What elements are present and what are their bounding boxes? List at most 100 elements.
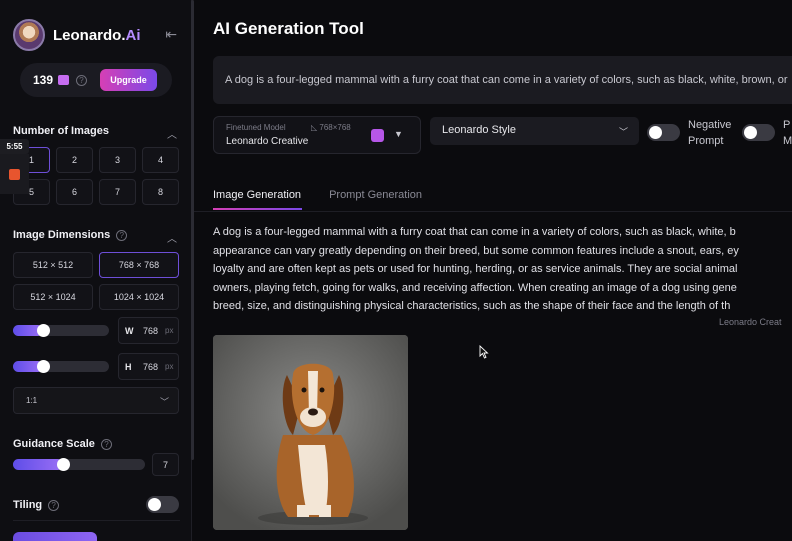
mouse-cursor-icon bbox=[479, 345, 489, 359]
number-of-images-title: Number of Images bbox=[13, 125, 109, 137]
section-label: Image Dimensions bbox=[13, 229, 111, 241]
slider-fill bbox=[13, 459, 63, 470]
image-dimensions-title: Image Dimensions? bbox=[13, 229, 128, 241]
recording-widget bbox=[0, 154, 29, 194]
height-value: 768 bbox=[143, 361, 159, 372]
description-line: owners, playing fetch, going for walks, … bbox=[213, 281, 737, 294]
model-dims-value: 768×768 bbox=[319, 123, 351, 132]
guidance-value-field[interactable]: 7 bbox=[152, 453, 179, 476]
model-caption: Finetuned Model bbox=[226, 123, 286, 132]
aspect-ratio-select[interactable]: 1:1 ﹀ bbox=[13, 387, 179, 414]
help-circle-icon[interactable]: ? bbox=[76, 74, 88, 86]
slider-handle[interactable] bbox=[37, 324, 50, 337]
help-circle-icon[interactable]: ? bbox=[48, 499, 60, 511]
tiling-title: Tiling? bbox=[13, 499, 60, 511]
num-images-option[interactable]: 4 bbox=[142, 147, 179, 173]
divider bbox=[13, 520, 180, 521]
tab-image-generation[interactable]: Image Generation bbox=[213, 189, 301, 201]
user-avatar[interactable] bbox=[13, 19, 45, 51]
height-field[interactable]: H 768 px bbox=[118, 353, 179, 380]
label-line: Prompt bbox=[688, 135, 724, 147]
model-badge-icon bbox=[371, 129, 384, 142]
num-images-option[interactable]: 2 bbox=[56, 147, 93, 173]
dimension-option[interactable]: 1024 × 1024 bbox=[99, 284, 179, 310]
prompt-input[interactable]: A dog is a four-legged mammal with a fur… bbox=[213, 56, 792, 104]
guidance-slider[interactable] bbox=[13, 458, 145, 471]
unit-label: px bbox=[165, 326, 174, 335]
style-value: Leonardo Style bbox=[442, 124, 516, 136]
model-select[interactable]: Finetuned Model ◺ 768×768 Leonardo Creat… bbox=[213, 116, 421, 154]
section-label: Tiling bbox=[13, 499, 43, 511]
unit-label: px bbox=[165, 362, 174, 371]
help-circle-icon[interactable]: ? bbox=[100, 438, 112, 450]
tab-bar: Image Generation Prompt Generation bbox=[213, 189, 450, 201]
stop-recording-icon[interactable] bbox=[9, 169, 20, 180]
extra-toggle[interactable] bbox=[742, 124, 775, 141]
token-icon bbox=[58, 75, 70, 85]
image-dimensions-grid: 512 × 512 768 × 768 512 × 1024 1024 × 10… bbox=[13, 252, 180, 310]
chevron-down-icon: ﹀ bbox=[618, 127, 628, 137]
chevron-up-icon[interactable]: ︿ bbox=[167, 230, 177, 245]
label-line: Negative bbox=[688, 119, 732, 131]
collapse-sidebar-icon[interactable]: ⇤ bbox=[165, 26, 177, 43]
num-images-option[interactable]: 8 bbox=[142, 179, 179, 205]
guidance-scale-title: Guidance Scale? bbox=[13, 438, 112, 450]
num-images-option[interactable]: 6 bbox=[56, 179, 93, 205]
dimension-option[interactable]: 768 × 768 bbox=[99, 252, 179, 278]
description-line: breed, size, and distinguishing physical… bbox=[213, 300, 731, 312]
model-credit: Leonardo Creat bbox=[719, 317, 782, 327]
description-line: A dog is a four-legged mammal with a fur… bbox=[213, 226, 736, 238]
slider-handle[interactable] bbox=[37, 360, 50, 373]
brand-row: Leonardo.Ai ⇤ bbox=[13, 19, 181, 51]
width-value: 768 bbox=[143, 325, 159, 336]
active-tab-indicator bbox=[213, 208, 302, 210]
timer-badge: 5:55 bbox=[0, 139, 29, 154]
label-line: M bbox=[783, 135, 792, 147]
section-label: Number of Images bbox=[13, 125, 109, 137]
dimension-option[interactable]: 512 × 1024 bbox=[13, 284, 93, 310]
tiling-toggle[interactable] bbox=[146, 496, 179, 513]
generated-description: A dog is a four-legged mammal with a fur… bbox=[213, 223, 792, 316]
generate-button[interactable] bbox=[13, 532, 97, 541]
chevron-down-icon: ▼ bbox=[394, 129, 403, 139]
number-of-images-grid: 1 2 3 4 5 6 7 8 bbox=[13, 147, 180, 205]
description-line: appearance can vary greatly depending on… bbox=[213, 244, 739, 257]
width-slider[interactable] bbox=[13, 324, 109, 337]
generated-image[interactable] bbox=[213, 335, 408, 530]
token-balance: 139 ? Upgrade bbox=[20, 63, 172, 97]
style-select[interactable]: Leonardo Style ﹀ bbox=[430, 117, 639, 145]
width-label: W bbox=[125, 325, 134, 336]
negative-prompt-toggle[interactable] bbox=[647, 124, 680, 141]
label-line: P bbox=[783, 119, 791, 131]
aspect-ratio-value: 1:1 bbox=[26, 396, 38, 405]
brand-logo[interactable]: Leonardo.Ai bbox=[53, 27, 141, 44]
dog-image-icon bbox=[213, 335, 408, 530]
negative-prompt-label: Negative Prompt bbox=[688, 117, 731, 149]
model-dimensions: ◺ 768×768 bbox=[311, 123, 351, 132]
chevron-up-icon[interactable]: ︿ bbox=[167, 126, 177, 141]
tab-prompt-generation[interactable]: Prompt Generation bbox=[329, 189, 422, 201]
toggle-knob bbox=[649, 126, 662, 139]
upgrade-button[interactable]: Upgrade bbox=[100, 69, 158, 91]
help-circle-icon[interactable]: ? bbox=[116, 229, 128, 241]
extra-toggle-label: P M bbox=[783, 117, 792, 149]
model-name: Leonardo Creative bbox=[226, 136, 309, 147]
chevron-down-icon: ﹀ bbox=[159, 397, 169, 407]
num-images-option[interactable]: 3 bbox=[99, 147, 136, 173]
divider bbox=[194, 211, 792, 212]
sidebar: Leonardo.Ai ⇤ 139 ? Upgrade Number of Im… bbox=[0, 0, 192, 541]
dimension-option[interactable]: 512 × 512 bbox=[13, 252, 93, 278]
brand-name: Leonardo. bbox=[53, 26, 126, 44]
main-panel: AI Generation Tool A dog is a four-legge… bbox=[194, 0, 792, 541]
height-slider[interactable] bbox=[13, 360, 109, 373]
brand-suffix: Ai bbox=[125, 26, 141, 44]
section-label: Guidance Scale bbox=[13, 438, 95, 450]
num-images-option[interactable]: 7 bbox=[99, 179, 136, 205]
slider-handle[interactable] bbox=[57, 458, 70, 471]
dimension-icon: ◺ bbox=[311, 123, 318, 132]
toggle-knob bbox=[148, 498, 161, 511]
description-line: loyalty and are often kept as pets or us… bbox=[213, 263, 738, 275]
toggle-knob bbox=[744, 126, 757, 139]
token-count: 139 bbox=[33, 73, 54, 87]
width-field[interactable]: W 768 px bbox=[118, 317, 179, 344]
